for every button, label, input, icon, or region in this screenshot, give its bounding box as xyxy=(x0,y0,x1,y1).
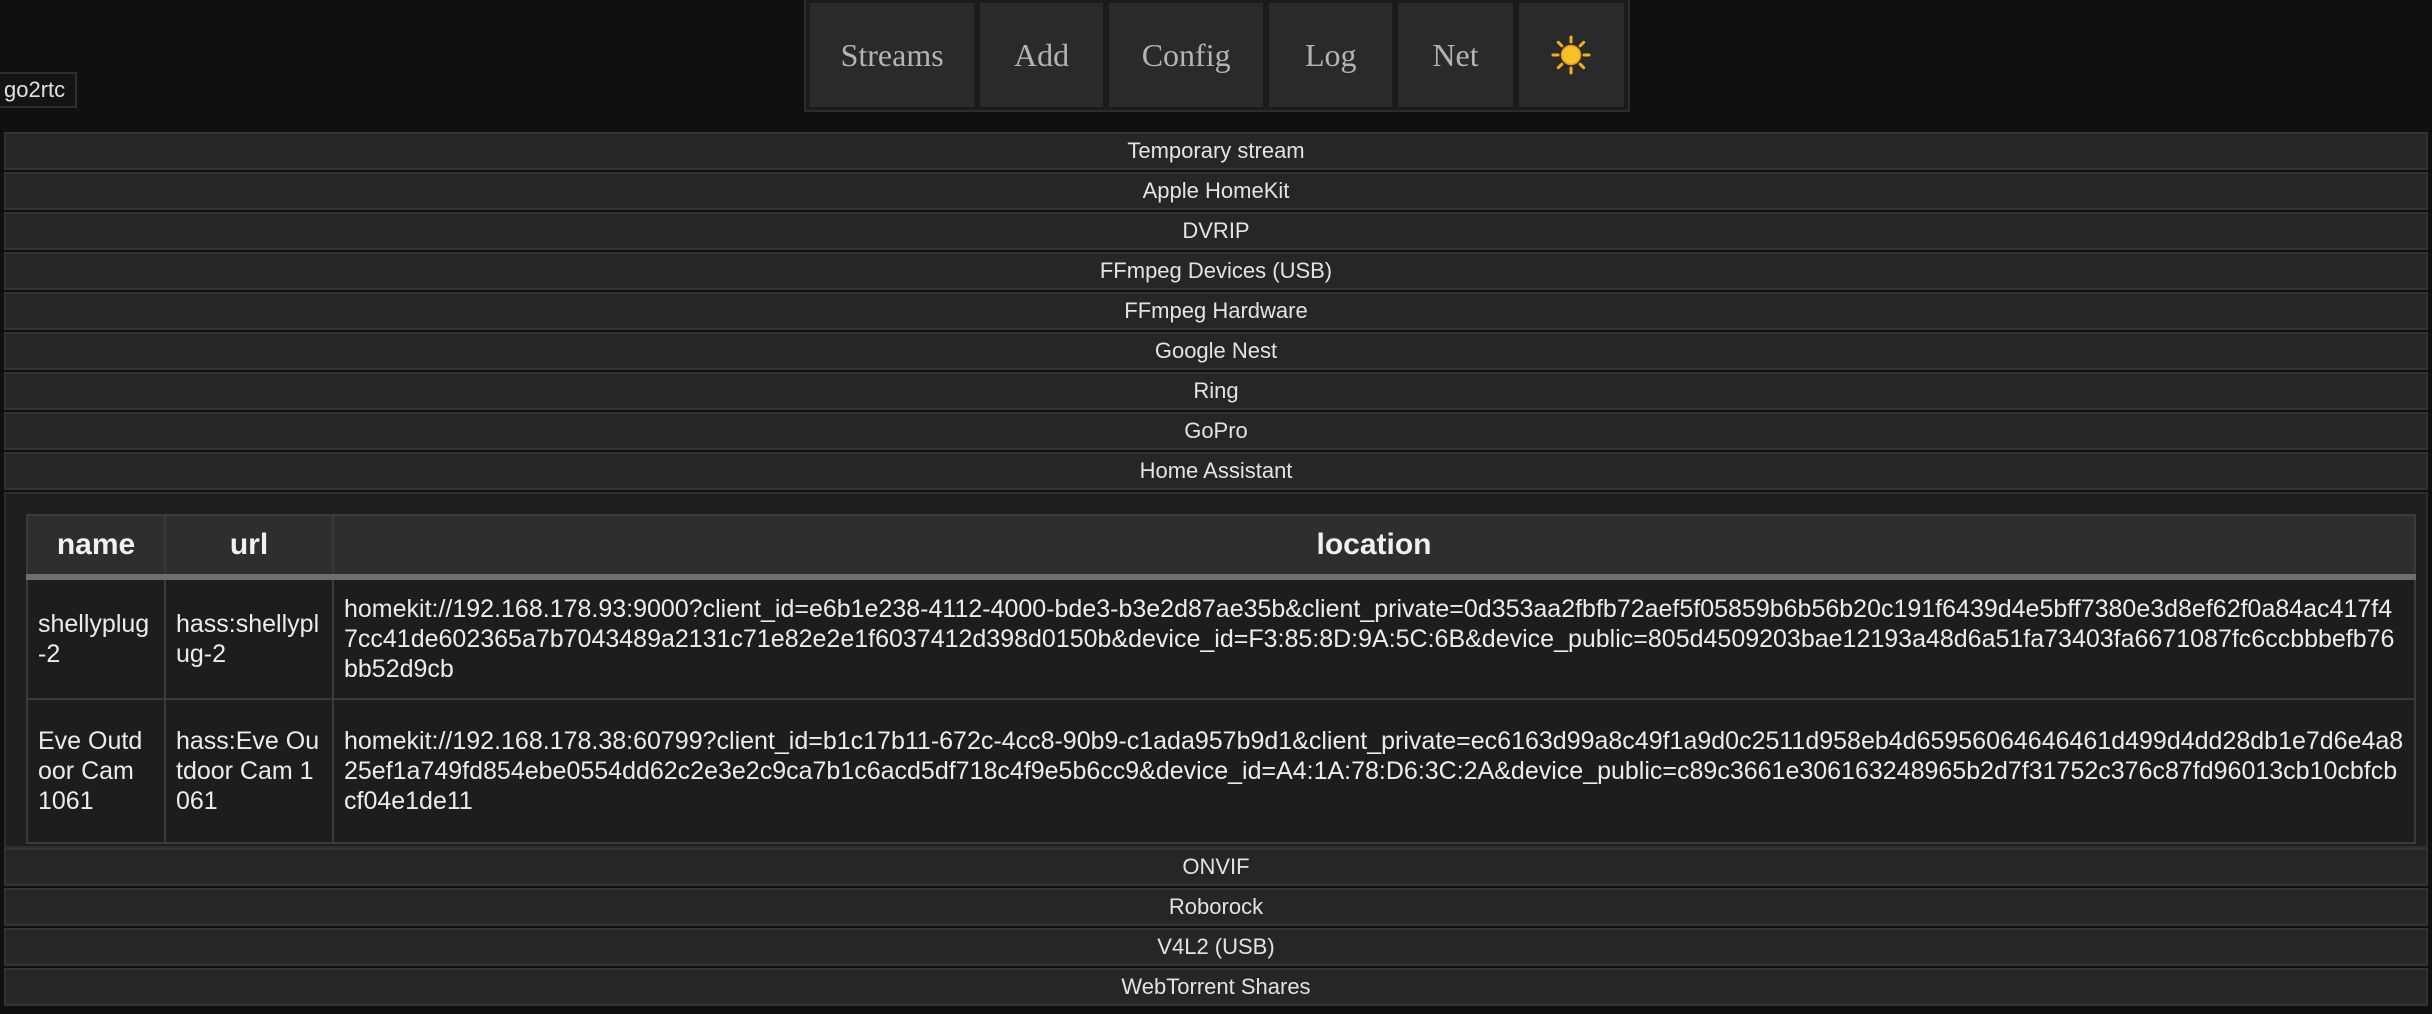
nav-net-link[interactable]: Net xyxy=(1398,3,1513,107)
top-nav: Streams Add Config Log Net xyxy=(804,0,1630,112)
nav-config-link[interactable]: Config xyxy=(1108,3,1264,107)
home-assistant-table: name url location shellyplug-2 hass:shel… xyxy=(26,514,2416,844)
section-google-nest[interactable]: Google Nest xyxy=(4,332,2428,370)
section-v4l2-usb[interactable]: V4L2 (USB) xyxy=(4,928,2428,966)
column-header-url: url xyxy=(164,514,334,580)
theme-toggle-button[interactable] xyxy=(1518,3,1624,107)
stream-name-cell: shellyplug-2 xyxy=(26,576,166,700)
section-temporary-stream[interactable]: Temporary stream xyxy=(4,132,2428,170)
stream-location-cell[interactable]: homekit://192.168.178.93:9000?client_id=… xyxy=(332,576,2416,700)
section-onvif[interactable]: ONVIF xyxy=(4,848,2428,886)
table-row[interactable]: shellyplug-2 hass:shellyplug-2 homekit:/… xyxy=(26,576,2416,700)
nav-log-link[interactable]: Log xyxy=(1269,3,1393,107)
stream-name-cell: Eve Outdoor Cam 1061 xyxy=(26,698,166,844)
section-gopro[interactable]: GoPro xyxy=(4,412,2428,450)
table-header-row: name url location xyxy=(26,514,2416,580)
section-apple-homekit[interactable]: Apple HomeKit xyxy=(4,172,2428,210)
section-ring[interactable]: Ring xyxy=(4,372,2428,410)
home-assistant-panel: name url location shellyplug-2 hass:shel… xyxy=(4,492,2428,848)
sun-icon xyxy=(1551,35,1591,75)
section-home-assistant[interactable]: Home Assistant xyxy=(4,452,2428,490)
section-ffmpeg-devices[interactable]: FFmpeg Devices (USB) xyxy=(4,252,2428,290)
stream-url-cell[interactable]: hass:Eve Outdoor Cam 1061 xyxy=(164,698,334,844)
nav-streams-link[interactable]: Streams xyxy=(810,3,975,107)
section-ffmpeg-hardware[interactable]: FFmpeg Hardware xyxy=(4,292,2428,330)
table-row[interactable]: Eve Outdoor Cam 1061 hass:Eve Outdoor Ca… xyxy=(26,698,2416,844)
stream-url-cell[interactable]: hass:shellyplug-2 xyxy=(164,576,334,700)
stream-location-cell[interactable]: homekit://192.168.178.38:60799?client_id… xyxy=(332,698,2416,844)
section-dvrip[interactable]: DVRIP xyxy=(4,212,2428,250)
column-header-name: name xyxy=(26,514,166,580)
nav-add-link[interactable]: Add xyxy=(980,3,1103,107)
column-header-location: location xyxy=(332,514,2416,580)
section-webtorrent-shares[interactable]: WebTorrent Shares xyxy=(4,968,2428,1006)
app-name-tag: go2rtc xyxy=(0,72,78,108)
section-roborock[interactable]: Roborock xyxy=(4,888,2428,926)
